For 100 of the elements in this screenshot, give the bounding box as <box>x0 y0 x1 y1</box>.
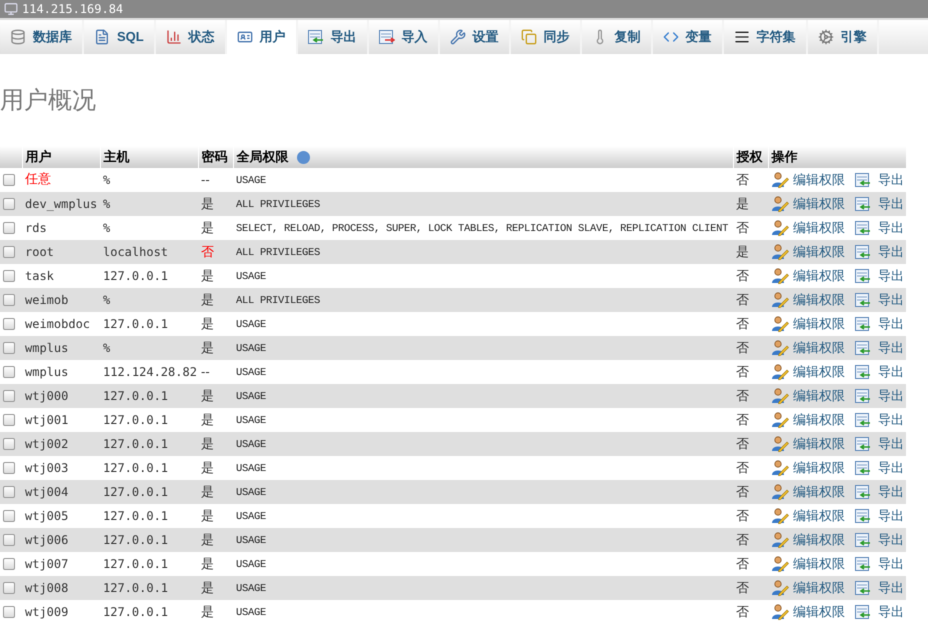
edit-privileges-link[interactable]: 编辑权限 <box>793 554 845 574</box>
edit-privileges-link[interactable]: 编辑权限 <box>793 362 845 382</box>
edit-privileges-link[interactable]: 编辑权限 <box>793 170 845 190</box>
table-cell: wtj002 <box>25 437 68 451</box>
tab[interactable]: 同步 <box>510 20 582 54</box>
export-link[interactable]: 导出 <box>878 410 904 430</box>
row-checkbox[interactable] <box>3 462 15 474</box>
user-pencil-icon <box>771 316 789 332</box>
edit-privileges-link[interactable]: 编辑权限 <box>793 266 845 286</box>
row-checkbox[interactable] <box>3 534 15 546</box>
page-heading: 用户概况 <box>0 86 97 116</box>
edit-privileges-link[interactable]: 编辑权限 <box>793 218 845 238</box>
table-cell: 否 <box>736 508 749 524</box>
export-link[interactable]: 导出 <box>878 194 904 214</box>
table-cell: 否 <box>736 364 749 380</box>
tab[interactable]: 字符集 <box>724 20 808 54</box>
export-link[interactable]: 导出 <box>878 554 904 574</box>
edit-privileges-link[interactable]: 编辑权限 <box>793 578 845 598</box>
row-checkbox[interactable] <box>3 486 15 498</box>
table-cell: 是 <box>201 532 214 548</box>
user-pencil-icon <box>771 196 789 212</box>
edit-privileges-link[interactable]: 编辑权限 <box>793 290 845 310</box>
tab[interactable]: 数据库 <box>0 20 84 54</box>
table-cell: USAGE <box>236 319 266 332</box>
user-pencil-icon <box>771 340 789 356</box>
user-pencil-icon <box>771 532 789 548</box>
table-cell: 是 <box>201 604 214 620</box>
edit-privileges-link[interactable]: 编辑权限 <box>793 338 845 358</box>
export-link[interactable]: 导出 <box>878 458 904 478</box>
row-checkbox[interactable] <box>3 294 15 306</box>
table-cell: 127.0.0.1 <box>103 317 168 331</box>
tab[interactable]: 变量 <box>652 20 724 54</box>
table-cell: task <box>25 269 54 283</box>
table-cell: 127.0.0.1 <box>103 485 168 499</box>
edit-privileges-link[interactable]: 编辑权限 <box>793 314 845 334</box>
export-link[interactable]: 导出 <box>878 434 904 454</box>
table-cell: 否 <box>736 292 749 308</box>
row-checkbox[interactable] <box>3 414 15 426</box>
export-link[interactable]: 导出 <box>878 314 904 334</box>
table-cell: 是 <box>201 436 214 452</box>
export-link[interactable]: 导出 <box>878 266 904 286</box>
table-cell: 是 <box>201 220 214 236</box>
row-checkbox[interactable] <box>3 606 15 618</box>
row-checkbox[interactable] <box>3 318 15 330</box>
row-checkbox[interactable] <box>3 270 15 282</box>
row-checkbox[interactable] <box>3 174 15 186</box>
export-link[interactable]: 导出 <box>878 482 904 502</box>
edit-privileges-link[interactable]: 编辑权限 <box>793 242 845 262</box>
row-checkbox[interactable] <box>3 510 15 522</box>
table-cell: ALL PRIVILEGES <box>236 247 320 260</box>
edit-privileges-link[interactable]: 编辑权限 <box>793 482 845 502</box>
table-cell: 127.0.0.1 <box>103 533 168 547</box>
edit-privileges-link[interactable]: 编辑权限 <box>793 530 845 550</box>
tab[interactable]: 用户 <box>226 20 298 54</box>
row-checkbox[interactable] <box>3 222 15 234</box>
row-checkbox[interactable] <box>3 246 15 258</box>
export-link[interactable]: 导出 <box>878 290 904 310</box>
row-checkbox[interactable] <box>3 366 15 378</box>
row-checkbox[interactable] <box>3 198 15 210</box>
edit-privileges-link[interactable]: 编辑权限 <box>793 386 845 406</box>
export-link[interactable]: 导出 <box>878 362 904 382</box>
row-checkbox[interactable] <box>3 558 15 570</box>
tab[interactable]: 导入 <box>368 20 440 54</box>
user-pencil-icon <box>771 172 789 188</box>
export-link[interactable]: 导出 <box>878 386 904 406</box>
row-checkbox[interactable] <box>3 342 15 354</box>
export-link[interactable]: 导出 <box>878 602 904 622</box>
table-cell: 否 <box>736 340 749 356</box>
tab[interactable]: 复制 <box>582 20 653 54</box>
export-link[interactable]: 导出 <box>878 578 904 598</box>
tab[interactable]: SQL <box>84 20 156 54</box>
table-cell: 否 <box>736 580 749 596</box>
table-cell: wmplus <box>25 341 68 355</box>
edit-privileges-link[interactable]: 编辑权限 <box>793 458 845 478</box>
sync-icon <box>520 29 537 45</box>
row-checkbox[interactable] <box>3 390 15 402</box>
edit-privileges-link[interactable]: 编辑权限 <box>793 602 845 622</box>
export-link[interactable]: 导出 <box>878 530 904 550</box>
export-link[interactable]: 导出 <box>878 506 904 526</box>
tab[interactable]: 导出 <box>298 20 369 54</box>
tab[interactable]: 引擎 <box>808 20 879 54</box>
tab[interactable]: 设置 <box>440 20 511 54</box>
export-link[interactable]: 导出 <box>878 338 904 358</box>
table-cell: USAGE <box>236 487 266 500</box>
export-link[interactable]: 导出 <box>878 170 904 190</box>
table-cell: wtj000 <box>25 389 68 403</box>
edit-privileges-link[interactable]: 编辑权限 <box>793 194 845 214</box>
export-link[interactable]: 导出 <box>878 218 904 238</box>
table-cell: 127.0.0.1 <box>103 581 168 595</box>
tab[interactable]: 状态 <box>156 20 227 54</box>
table-cell: 是 <box>736 244 749 260</box>
edit-privileges-link[interactable]: 编辑权限 <box>793 434 845 454</box>
table-cell: localhost <box>103 245 168 259</box>
user-pencil-icon <box>771 484 789 500</box>
row-checkbox[interactable] <box>3 438 15 450</box>
table-cell: 是 <box>201 484 214 500</box>
edit-privileges-link[interactable]: 编辑权限 <box>793 410 845 430</box>
edit-privileges-link[interactable]: 编辑权限 <box>793 506 845 526</box>
export-link[interactable]: 导出 <box>878 242 904 262</box>
row-checkbox[interactable] <box>3 582 15 594</box>
